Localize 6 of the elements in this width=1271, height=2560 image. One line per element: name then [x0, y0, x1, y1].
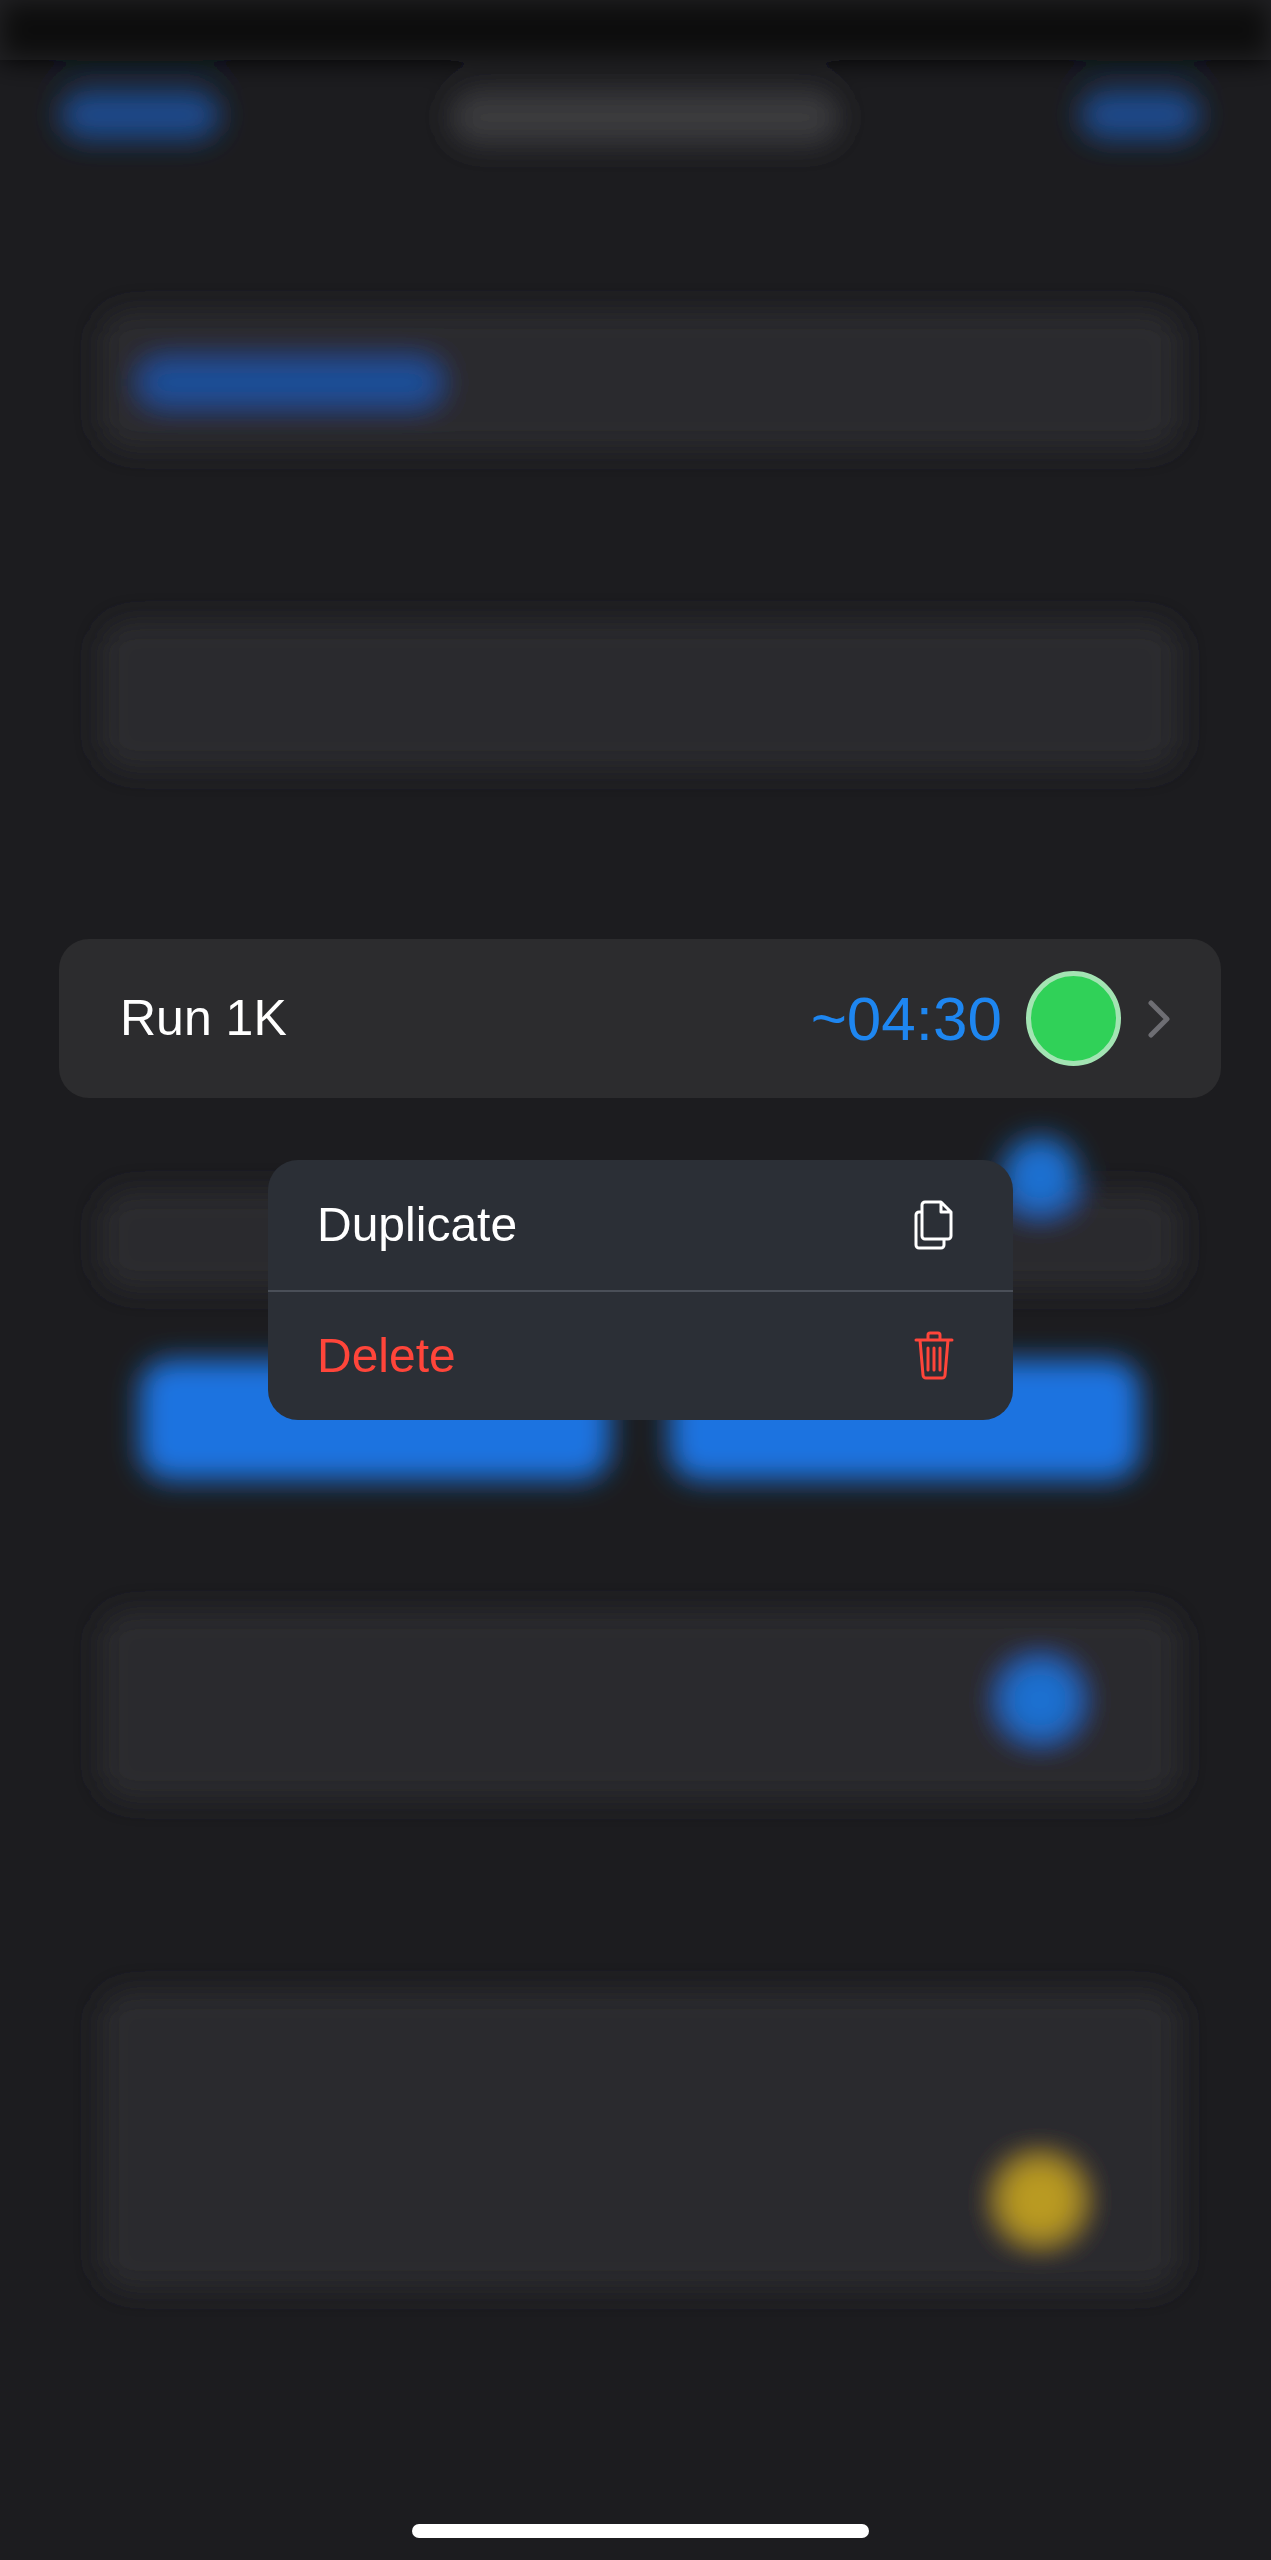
menu-item[interactable]: Delete	[268, 1290, 1013, 1420]
workout-duration: ~04:30	[810, 983, 1002, 1055]
menu-item[interactable]: Duplicate	[268, 1160, 1013, 1290]
chevron-icon	[1147, 998, 1171, 1039]
workout-row[interactable]: Run 1K ~04:30	[59, 939, 1221, 1098]
workout-title: Run 1K	[120, 989, 287, 1048]
